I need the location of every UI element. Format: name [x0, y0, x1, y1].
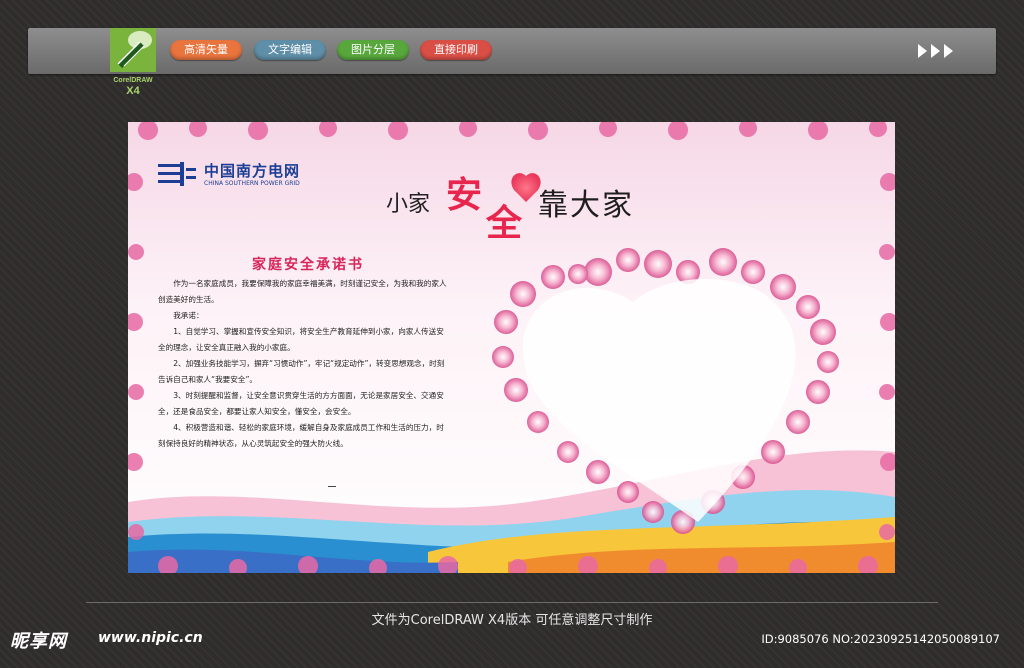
document-paragraph: 3、时刻提醒和监督，让安全意识贯穿生活的方方面面，无论是家居安全、交通安全，还是… — [158, 391, 444, 416]
headline-part-3: 全 — [486, 202, 523, 244]
company-name-en: CHINA SOUTHERN POWER GRID — [204, 180, 300, 187]
hd-vector-button[interactable]: 高清矢量 — [170, 40, 242, 60]
top-toolbar: CorelDRAW X4 高清矢量 文字编辑 图片分层 直接印刷 — [28, 28, 996, 97]
document-paragraph: 4、积极营造和谐、轻松的家庭环境，缓解自身及家庭成员工作和生活的压力，时刻保持良… — [158, 423, 444, 448]
document-title: 家庭安全承诺书 — [252, 257, 364, 273]
poster-preview: 中国南方电网 CHINA SOUTHERN POWER GRID 小家 安 全 … — [128, 122, 895, 573]
text-edit-button[interactable]: 文字编辑 — [254, 40, 326, 60]
document-paragraph: 作为一名家庭成员，我要保障我的家庭幸福美满，时刻谨记安全，为我和我的家人创造美好… — [158, 279, 447, 304]
triple-arrow-right-icon[interactable] — [916, 41, 956, 61]
company-name-cn: 中国南方电网 — [204, 162, 301, 180]
headline-part-4: 靠大家 — [538, 188, 634, 223]
headline-part-2: 安 — [446, 174, 483, 216]
image-id-text: ID:9085076 NO:20230925142050089107 — [761, 632, 1000, 646]
coreldraw-logo-icon — [110, 28, 156, 72]
document-paragraph: 1、自觉学习、掌握和宣传安全知识，将安全生产教育延伸到小家，向家人传送安全的理念… — [158, 327, 444, 352]
image-layers-button[interactable]: 图片分层 — [337, 40, 409, 60]
power-grid-icon — [158, 162, 196, 186]
company-logo: 中国南方电网 CHINA SOUTHERN POWER GRID — [156, 158, 336, 192]
document-body: 作为一名家庭成员，我要保障我的家庭幸福美满，时刻谨记安全，为我和我的家人创造美好… — [158, 276, 448, 452]
document-paragraph: 2、加强业务技能学习，摒弃“习惯动作”，牢记“规定动作”，转变思想观念，时刻告诉… — [158, 359, 445, 384]
bottom-divider — [86, 602, 938, 603]
divider-mark — [328, 486, 336, 487]
headline-part-1: 小家 — [386, 192, 431, 217]
direct-print-button[interactable]: 直接印刷 — [420, 40, 492, 60]
document-paragraph: 我承诺： — [173, 311, 204, 320]
logo-version: X4 — [126, 85, 140, 97]
file-caption: 文件为CorelDRAW X4版本 可任意调整尺寸制作 — [371, 613, 653, 628]
coreldraw-logo: CorelDRAW X4 — [108, 28, 158, 98]
site-logo: 昵享网 — [10, 631, 67, 652]
logo-brand: CorelDRAW — [113, 77, 153, 84]
poster-headline: 小家 安 全 靠大家 — [386, 164, 676, 244]
site-url[interactable]: www.nipic.cn — [98, 630, 203, 646]
